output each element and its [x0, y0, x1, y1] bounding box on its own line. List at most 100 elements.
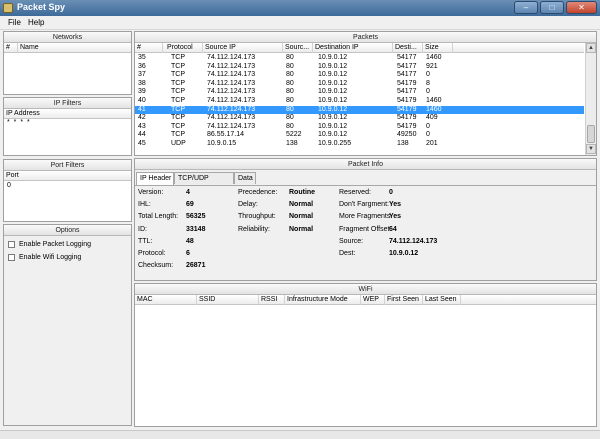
wifi-title: WiFi: [135, 284, 596, 295]
col-mac[interactable]: MAC: [135, 295, 197, 305]
tab-ip-header[interactable]: IP Header: [136, 172, 174, 185]
packet-cell: 201: [426, 140, 438, 147]
info-value: 74.112.124.173: [389, 237, 438, 245]
packet-cell: 74.112.124.173: [207, 79, 256, 87]
packet-cell: 54179: [397, 122, 417, 130]
packet-row[interactable]: 44 TCP 86.55.17.14 5222 10.9.0.12 49250 0: [135, 131, 584, 140]
packet-cell: 10.9.0.12: [318, 122, 348, 130]
col-wep[interactable]: WEP: [361, 295, 385, 305]
info-label: Dest:: [339, 250, 356, 257]
scroll-down-icon[interactable]: ▼: [586, 144, 596, 154]
info-value: Normal: [289, 225, 314, 233]
col-first-seen[interactable]: First Seen: [385, 295, 423, 305]
packet-cell: 36: [138, 62, 146, 70]
col-name[interactable]: Name: [18, 43, 131, 53]
packet-cell: 54177: [397, 71, 417, 79]
packet-cell: 44: [138, 131, 146, 139]
packets-scrollbar[interactable]: ▲ ▼: [585, 43, 596, 155]
col-packet-number[interactable]: #: [135, 43, 163, 53]
packet-cell: 10.9.0.12: [318, 105, 348, 113]
packet-cell: 43: [138, 122, 146, 130]
packet-cell: 80: [286, 71, 294, 79]
tab-tcp-udp-header[interactable]: TCP/UDP Header: [174, 172, 234, 193]
packet-cell: 10.9.0.12: [318, 79, 348, 87]
wifi-logging-checkbox[interactable]: [8, 254, 15, 261]
packet-cell: TCP: [171, 122, 185, 130]
packet-cell: TCP: [171, 131, 185, 139]
ip-filter-entry[interactable]: * * * *: [7, 119, 31, 126]
col-source-port[interactable]: Sourc...: [283, 43, 313, 53]
packet-cell: 10.9.0.12: [318, 131, 348, 139]
ip-header-content: Version: 4 IHL: 69 Total Length: 56325 ID: 3314…: [135, 185, 596, 280]
window-title: Packet Spy: [17, 2, 66, 12]
info-value: Routine: [289, 189, 316, 196]
packet-cell: 921: [426, 62, 438, 70]
packet-row[interactable]: 40 TCP 74.112.124.173 80 10.9.0.12 54179 1460: [135, 97, 584, 106]
scroll-up-icon[interactable]: ▲: [586, 43, 596, 53]
packet-cell: 10.9.0.12: [318, 88, 348, 96]
packet-row[interactable]: 41 TCP 74.112.124.173 80 10.9.0.12 54179 1460: [135, 105, 584, 115]
app-icon: [3, 3, 13, 13]
port-filter-value[interactable]: 0: [7, 182, 11, 189]
tab-data[interactable]: Data: [234, 172, 256, 184]
col-source-ip[interactable]: Source IP: [203, 43, 283, 53]
packet-row[interactable]: 39 TCP 74.112.124.173 80 10.9.0.12 54177 0: [135, 88, 584, 97]
col-rssi[interactable]: RSSI: [259, 295, 285, 305]
packet-cell: 54179: [397, 114, 417, 122]
info-value: 33148: [186, 225, 206, 233]
col-size[interactable]: Size: [423, 43, 453, 53]
packet-cell: 86.55.17.14: [207, 131, 244, 139]
info-value: 48: [186, 237, 194, 245]
info-value: 64: [389, 225, 397, 233]
packet-cell: UDP: [171, 140, 186, 147]
packet-cell: TCP: [171, 97, 185, 104]
maximize-button[interactable]: □: [540, 1, 564, 14]
minimize-button[interactable]: –: [514, 1, 538, 14]
info-label: Protocol:: [138, 250, 166, 257]
wifi-header: MAC SSID RSSI Infrastructure Mode WEP Fi…: [135, 295, 596, 305]
col-destination-port[interactable]: Desti...: [393, 43, 423, 53]
col-destination-ip[interactable]: Destination IP: [313, 43, 393, 53]
info-value: Yes: [389, 213, 402, 221]
col-ip-address[interactable]: IP Address: [4, 109, 131, 119]
packet-row[interactable]: 35 TCP 74.112.124.173 80 10.9.0.12 54177 1460: [135, 54, 584, 63]
packet-cell: 80: [286, 88, 294, 96]
col-number[interactable]: #: [4, 43, 18, 53]
info-label: Don't Fargment:: [339, 201, 389, 209]
col-port[interactable]: Port: [4, 171, 131, 181]
options-panel: Options Enable Packet Logging Enable Wif…: [3, 224, 132, 426]
packet-info-title: Packet Info: [135, 159, 596, 170]
info-label: Precedence:: [238, 189, 278, 196]
col-last-seen[interactable]: Last Seen: [423, 295, 461, 305]
col-infrastructure-mode[interactable]: Infrastructure Mode: [285, 295, 361, 305]
packet-row[interactable]: 36 TCP 74.112.124.173 80 10.9.0.12 54177 921: [135, 63, 584, 72]
packet-cell: 74.112.124.173: [207, 62, 256, 70]
packet-list: 35 TCP 74.112.124.173 80 10.9.0.12 54177 1460 3…: [135, 54, 584, 154]
info-label: Checksum:: [138, 262, 174, 270]
scroll-thumb[interactable]: [587, 125, 595, 143]
info-value: 4: [186, 189, 190, 196]
col-protocol[interactable]: Protocol: [165, 43, 203, 53]
packet-row[interactable]: 38 TCP 74.112.124.173 80 10.9.0.12 54179 8: [135, 80, 584, 89]
packet-row[interactable]: 37 TCP 74.112.124.173 80 10.9.0.12 54177 0: [135, 71, 584, 80]
info-value: 0: [389, 189, 393, 196]
info-label: Fragment Offset: [339, 225, 390, 233]
packet-logging-checkbox[interactable]: [8, 241, 15, 248]
packet-cell: TCP: [171, 54, 185, 61]
packet-cell: 0: [426, 88, 430, 96]
packet-row[interactable]: 43 TCP 74.112.124.173 80 10.9.0.12 54179 0: [135, 123, 584, 132]
menu-help[interactable]: Help: [28, 18, 44, 27]
packet-cell: 38: [138, 79, 146, 87]
packet-cell: TCP: [171, 88, 185, 96]
col-ssid[interactable]: SSID: [197, 295, 259, 305]
packet-cell: 1460: [426, 105, 442, 113]
menu-file[interactable]: File: [8, 18, 21, 27]
packets-panel: Packets # Protocol Source IP Sourc... De…: [134, 31, 597, 156]
packet-cell: 37: [138, 71, 146, 79]
status-bar: [0, 430, 600, 439]
close-button[interactable]: ✕: [566, 1, 597, 14]
packet-row[interactable]: 45 UDP 10.9.0.15 138 10.9.0.255 138 201: [135, 140, 584, 149]
packet-cell: 49250: [397, 131, 417, 139]
packet-row[interactable]: 42 TCP 74.112.124.173 80 10.9.0.12 54179 409: [135, 114, 584, 123]
packets-header: # Protocol Source IP Sourc... Destinatio…: [135, 43, 584, 53]
